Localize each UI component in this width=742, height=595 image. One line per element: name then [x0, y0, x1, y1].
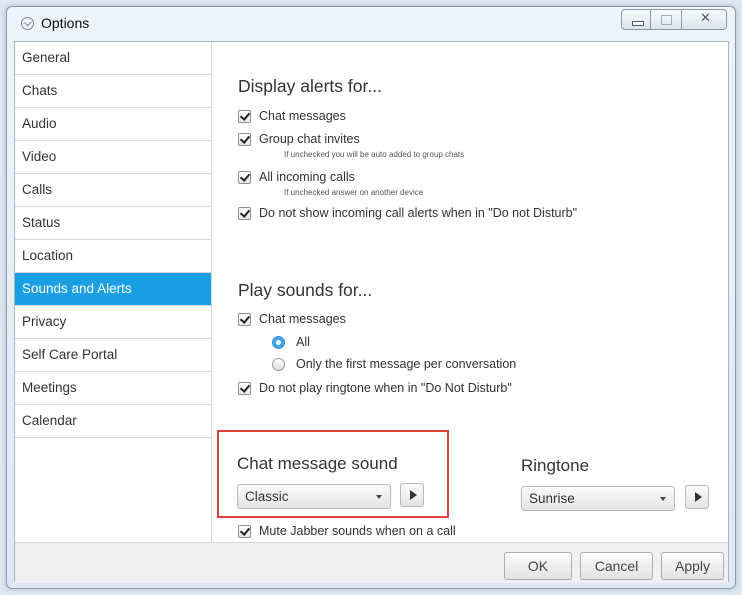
dnd-call-alerts-label: Do not show incoming call alerts when in… — [259, 206, 578, 220]
sidebar-item-calls[interactable]: Calls — [15, 174, 211, 207]
incoming-calls-label: All incoming calls — [259, 170, 355, 184]
apply-button[interactable]: Apply — [661, 552, 724, 580]
chat-messages-alert-checkbox[interactable] — [238, 109, 251, 123]
chat-sound-highlight — [217, 430, 449, 518]
dnd-ringtone-label: Do not play ringtone when in "Do Not Dis… — [259, 381, 512, 395]
dnd-ringtone-checkbox[interactable] — [238, 381, 251, 395]
ringtone-value: Sunrise — [529, 491, 575, 506]
sidebar-item-video[interactable]: Video — [15, 141, 211, 174]
chat-messages-sound-label: Chat messages — [259, 312, 346, 326]
incoming-calls-checkbox[interactable] — [238, 170, 251, 184]
group-chat-invites-hint: If unchecked you will be auto added to g… — [284, 150, 465, 159]
chat-messages-sound-checkbox[interactable] — [238, 312, 251, 326]
mute-on-call-label: Mute Jabber sounds when on a call — [259, 524, 456, 538]
window-title: Options — [41, 15, 90, 31]
sound-all-option[interactable]: All — [272, 335, 310, 349]
ok-button[interactable]: OK — [504, 552, 572, 580]
sound-all-radio[interactable] — [272, 335, 285, 349]
maximize-icon — [661, 15, 672, 25]
display-alerts-heading: Display alerts for... — [238, 76, 382, 96]
dnd-call-alerts-checkbox[interactable] — [238, 206, 251, 220]
title-bar[interactable]: Options ✕ — [7, 7, 735, 41]
ringtone-play-button[interactable] — [685, 485, 709, 509]
sidebar-item-audio[interactable]: Audio — [15, 108, 211, 141]
group-chat-invites-option[interactable]: Group chat invites — [238, 132, 360, 146]
sidebar-item-location[interactable]: Location — [15, 240, 211, 273]
ringtone-label: Ringtone — [521, 456, 590, 475]
dnd-ringtone-option[interactable]: Do not play ringtone when in "Do Not Dis… — [238, 381, 512, 395]
sound-first-message-option[interactable]: Only the first message per conversation — [272, 357, 516, 371]
incoming-calls-option[interactable]: All incoming calls — [238, 170, 355, 184]
group-chat-invites-checkbox[interactable] — [238, 132, 251, 146]
group-chat-invites-label: Group chat invites — [259, 132, 360, 146]
minimize-button[interactable] — [621, 9, 651, 30]
dialog-footer: OK Cancel Apply — [15, 542, 728, 583]
cancel-button[interactable]: Cancel — [580, 552, 653, 580]
sidebar-item-calendar[interactable]: Calendar — [15, 405, 211, 438]
mute-on-call-option[interactable]: Mute Jabber sounds when on a call — [238, 524, 456, 538]
chat-messages-alert-option[interactable]: Chat messages — [238, 109, 346, 123]
options-window: Options ✕ General Chats Audio Video Call… — [6, 6, 736, 589]
sound-first-message-radio[interactable] — [272, 357, 285, 371]
chevron-down-icon — [660, 497, 666, 501]
sidebar-item-self-care-portal[interactable]: Self Care Portal — [15, 339, 211, 372]
options-sidebar: General Chats Audio Video Calls Status L… — [15, 42, 212, 542]
sidebar-item-status[interactable]: Status — [15, 207, 211, 240]
ringtone-select[interactable]: Sunrise — [521, 486, 675, 511]
sidebar-item-privacy[interactable]: Privacy — [15, 306, 211, 339]
close-icon: ✕ — [700, 11, 711, 26]
sidebar-item-general[interactable]: General — [15, 42, 211, 75]
sidebar-item-chats[interactable]: Chats — [15, 75, 211, 108]
chat-messages-sound-option[interactable]: Chat messages — [238, 312, 346, 326]
maximize-button[interactable] — [651, 9, 681, 30]
close-button[interactable]: ✕ — [681, 9, 727, 30]
play-sounds-heading: Play sounds for... — [238, 280, 373, 300]
sound-all-label: All — [296, 335, 310, 349]
minimize-icon — [632, 21, 644, 26]
sound-first-message-label: Only the first message per conversation — [296, 357, 517, 371]
chat-messages-alert-label: Chat messages — [259, 109, 346, 123]
incoming-calls-hint: If unchecked answer on another device — [284, 188, 424, 197]
window-controls: ✕ — [621, 9, 727, 30]
app-icon — [21, 17, 34, 30]
sidebar-item-meetings[interactable]: Meetings — [15, 372, 211, 405]
sidebar-item-sounds-and-alerts[interactable]: Sounds and Alerts — [15, 273, 211, 306]
dnd-call-alerts-option[interactable]: Do not show incoming call alerts when in… — [238, 206, 577, 220]
mute-on-call-checkbox[interactable] — [238, 524, 251, 538]
